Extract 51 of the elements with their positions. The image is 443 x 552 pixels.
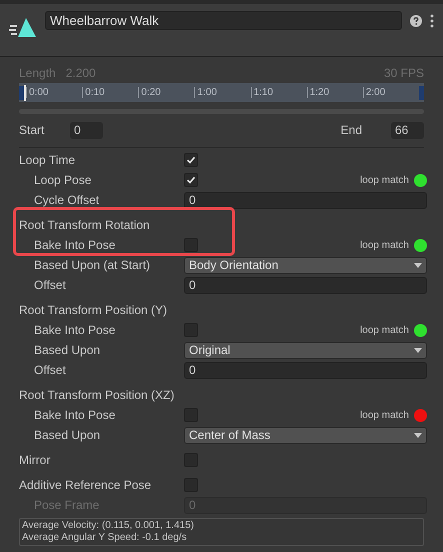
loop-match-label: loop match — [360, 408, 409, 422]
dropdown-caret-icon — [414, 348, 422, 352]
field-label: Additive Reference Pose — [19, 477, 152, 494]
dropdown-caret-icon — [414, 432, 422, 438]
loop-match-label: loop match — [360, 174, 409, 188]
time-tick: 1:20 — [306, 87, 363, 98]
field-label: Bake Into Pose — [33, 322, 116, 339]
help-icon[interactable] — [410, 15, 422, 27]
field-label: Cycle Offset — [33, 192, 100, 209]
loop-match-label: loop match — [360, 324, 409, 338]
end-field[interactable]: 66 — [391, 122, 424, 138]
clip-name-field[interactable]: Wheelbarrow Walk — [45, 11, 402, 30]
field-label: Based Upon — [33, 427, 102, 444]
timeline-ruler[interactable]: 0:00 0:10 0:20 1:00 1:10 1:20 2:00 — [19, 83, 424, 102]
field-label: Offset — [33, 362, 67, 379]
dropdown[interactable]: Original — [184, 342, 427, 358]
field-label: Loop Pose — [33, 172, 92, 189]
info-text: Average Velocity: (0.115, 0.001, 1.415) — [22, 520, 195, 532]
info-text: Average Angular Y Speed: -0.1 deg/s — [22, 532, 188, 544]
animation-clip-icon — [9, 16, 37, 40]
number-field[interactable]: 0 — [184, 362, 427, 378]
checkbox[interactable] — [184, 238, 198, 252]
loop-match-label: loop match — [360, 238, 409, 252]
more-options-icon[interactable] — [430, 14, 434, 28]
field-label: Loop Time — [19, 152, 76, 169]
field-label: Based Upon (at Start) — [33, 257, 152, 274]
field-label: Root Transform Position (XZ) — [19, 387, 176, 404]
time-tick: 0:10 — [82, 87, 138, 98]
time-tick: 1:00 — [194, 87, 251, 98]
start-field[interactable]: 0 — [70, 122, 103, 138]
field-label: Offset — [33, 277, 67, 294]
checkbox[interactable] — [184, 173, 198, 187]
field-label: Mirror — [19, 452, 52, 469]
number-field[interactable]: 0 — [184, 192, 427, 208]
start-marker-handle[interactable] — [19, 86, 24, 100]
number-field[interactable]: 0 — [184, 276, 427, 294]
time-tick: 1:10 — [250, 87, 307, 98]
dropdown[interactable]: Center of Mass — [184, 426, 427, 444]
checkbox[interactable] — [184, 153, 198, 167]
end-marker-handle[interactable] — [419, 86, 424, 100]
field-label: Root Transform Rotation — [19, 217, 151, 234]
dropdown[interactable]: Body Orientation — [184, 256, 427, 274]
time-tick: 0:00 — [26, 87, 82, 98]
end-label: End — [340, 122, 362, 139]
time-tick: 0:20 — [138, 87, 194, 98]
field-label: Bake Into Pose — [33, 407, 116, 424]
field-label: Bake Into Pose — [33, 237, 116, 254]
field-label: Based Upon — [33, 342, 102, 359]
field-label: Root Transform Position (Y) — [19, 302, 168, 319]
dropdown-caret-icon — [414, 262, 422, 268]
start-label: Start — [19, 122, 46, 139]
